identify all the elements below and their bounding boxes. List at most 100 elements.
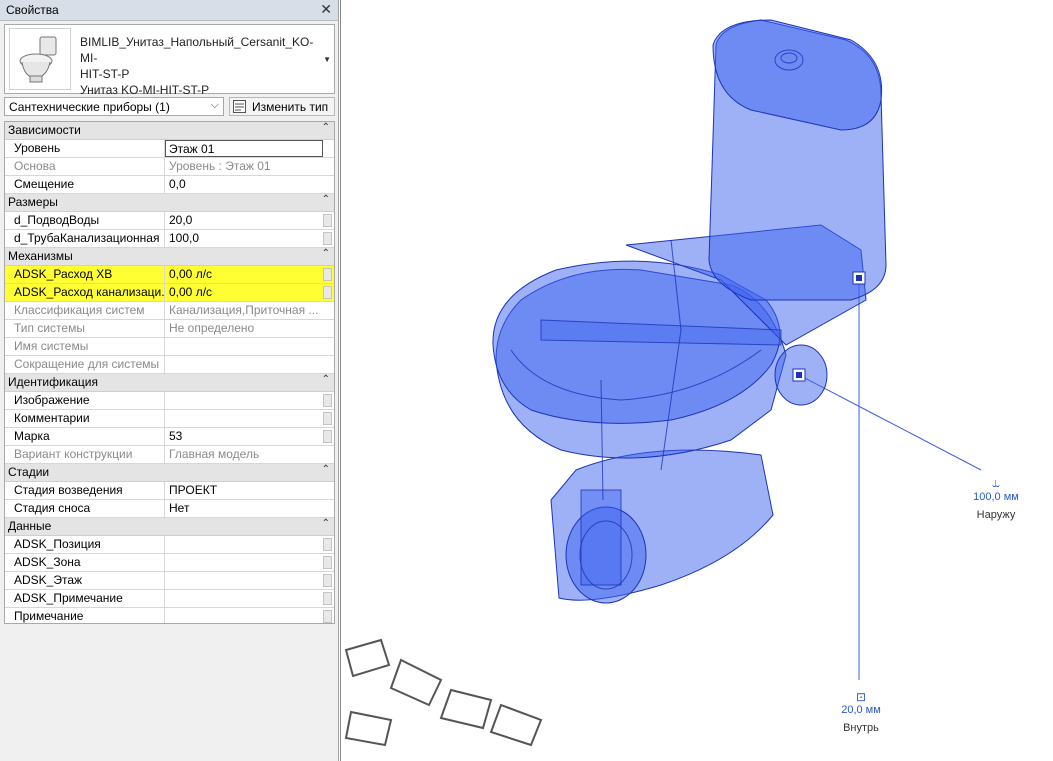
property-row[interactable]: Стадия сноса Нет	[5, 500, 334, 518]
property-value[interactable]	[166, 572, 320, 589]
collapse-icon[interactable]: ⌃	[322, 122, 330, 133]
group-header[interactable]: Размеры ⌃	[5, 194, 334, 212]
associate-parameter-button[interactable]	[323, 556, 332, 569]
property-row[interactable]: Изображение	[5, 392, 334, 410]
associate-parameter-button[interactable]	[323, 430, 332, 443]
sewer-connector-size: 100,0 мм	[973, 491, 1019, 503]
property-value[interactable]: 0,00 л/с	[166, 284, 320, 301]
property-name: Классификация систем	[5, 302, 165, 319]
property-row: Тип системы Не определено	[5, 320, 334, 338]
group-header[interactable]: Данные ⌃	[5, 518, 334, 536]
property-name: Стадия возведения	[5, 482, 165, 499]
properties-grid: Зависимости ⌃ Уровень Этаж 01 Основа Уровень …	[4, 121, 335, 624]
close-icon[interactable]: ✕	[320, 1, 332, 18]
collapse-icon[interactable]: ⌃	[322, 518, 330, 529]
property-name: ADSK_Этаж	[5, 572, 165, 589]
group-title: Механизмы	[8, 249, 73, 263]
property-name: ADSK_Расход ХВ	[5, 266, 165, 283]
water-connector-label[interactable]: ⊡ 20,0 мм Внутрь	[816, 690, 906, 734]
edit-type-icon	[233, 100, 246, 113]
associate-parameter-button[interactable]	[323, 592, 332, 605]
category-filter-value: Сантехнические приборы (1)	[9, 100, 170, 114]
associate-parameter-button[interactable]	[323, 574, 332, 587]
property-row[interactable]: ADSK_Позиция	[5, 536, 334, 554]
floor-text-graphics	[344, 638, 543, 747]
property-value: Не определено	[169, 321, 255, 335]
collapse-icon[interactable]: ⌃	[322, 194, 330, 205]
property-value: Канализация,Приточная ...	[169, 303, 319, 317]
associate-parameter-button[interactable]	[323, 610, 332, 623]
water-connector-direction: Внутрь	[843, 722, 879, 734]
property-value[interactable]: ПРОЕКТ	[166, 482, 320, 499]
collapse-icon[interactable]: ⌃	[322, 248, 330, 259]
3d-viewport[interactable]: ⥿ 100,0 мм Наружу ⊡ 20,0 мм Внутрь	[340, 0, 1053, 761]
associate-parameter-button[interactable]	[323, 394, 332, 407]
associate-parameter-button[interactable]	[323, 412, 332, 425]
property-name: ADSK_Зона	[5, 554, 165, 571]
property-value	[166, 356, 320, 373]
group-title: Данные	[8, 519, 52, 533]
property-name: Изображение	[5, 392, 165, 409]
group-header[interactable]: Идентификация ⌃	[5, 374, 334, 392]
property-name: Уровень	[5, 140, 165, 157]
property-row[interactable]: ADSK_Зона	[5, 554, 334, 572]
property-row[interactable]: ADSK_Расход канализаци... 0,00 л/с	[5, 284, 334, 302]
group-header[interactable]: Зависимости ⌃	[5, 122, 334, 140]
associate-parameter-button[interactable]	[323, 538, 332, 551]
property-row[interactable]: Комментарии	[5, 410, 334, 428]
property-value[interactable]	[166, 536, 320, 553]
property-row[interactable]: Смещение 0,0	[5, 176, 334, 194]
property-row[interactable]: ADSK_Расход ХВ 0,00 л/с	[5, 266, 334, 284]
family-name-line2: HIT-ST-P	[80, 67, 130, 81]
associate-parameter-button[interactable]	[323, 286, 332, 299]
palette-title: Свойства	[6, 3, 59, 17]
type-name: Унитаз KO-MI-HIT-ST-P	[80, 83, 210, 97]
palette-titlebar[interactable]: Свойства ✕	[0, 0, 338, 21]
toilet-3d-model[interactable]	[341, 0, 1053, 761]
property-value[interactable]	[166, 554, 320, 571]
property-value: Главная модель	[169, 447, 260, 461]
category-filter-select[interactable]: Сантехнические приборы (1) ⌵	[4, 97, 224, 116]
property-row[interactable]: ADSK_Примечание	[5, 590, 334, 608]
family-name-line1: BIMLIB_Унитаз_Напольный_Cersanit_KO-MI-	[80, 35, 314, 65]
property-value[interactable]: Этаж 01	[165, 140, 323, 157]
toilet-body	[492, 19, 887, 604]
collapse-icon[interactable]: ⌃	[322, 374, 330, 385]
water-connector-icon: ⊡	[855, 690, 867, 704]
property-value[interactable]	[166, 410, 320, 427]
property-value[interactable]: Нет	[166, 500, 320, 517]
property-value[interactable]: 0,0	[166, 176, 320, 193]
edit-type-button[interactable]: Изменить тип	[229, 97, 335, 116]
property-row[interactable]: d_ТрубаКанализационная 100,0	[5, 230, 334, 248]
property-row[interactable]: Стадия возведения ПРОЕКТ	[5, 482, 334, 500]
type-selector[interactable]: BIMLIB_Унитаз_Напольный_Cersanit_KO-MI- …	[4, 24, 335, 97]
property-name: Смещение	[5, 176, 165, 193]
property-value[interactable]	[166, 608, 320, 623]
associate-parameter-button[interactable]	[323, 232, 332, 245]
property-value[interactable]: 100,0	[166, 230, 320, 247]
property-value[interactable]: 0,00 л/с	[166, 266, 320, 283]
property-row[interactable]: Уровень Этаж 01	[5, 140, 334, 158]
property-name: Имя системы	[5, 338, 165, 355]
property-name: d_ТрубаКанализационная	[5, 230, 165, 247]
group-header[interactable]: Стадии ⌃	[5, 464, 334, 482]
property-value[interactable]: 20,0	[166, 212, 320, 229]
property-value[interactable]: 53	[166, 428, 320, 445]
group-header[interactable]: Механизмы ⌃	[5, 248, 334, 266]
property-value[interactable]	[166, 392, 320, 409]
property-name: Примечание	[5, 608, 165, 623]
property-row[interactable]: d_ПодводВоды 20,0	[5, 212, 334, 230]
property-row[interactable]: Марка 53	[5, 428, 334, 446]
property-row[interactable]: ADSK_Этаж	[5, 572, 334, 590]
property-row[interactable]: Примечание	[5, 608, 334, 623]
type-dropdown-icon[interactable]: ▼	[323, 55, 331, 64]
toilet-thumbnail-icon	[9, 28, 71, 90]
property-name: Стадия сноса	[5, 500, 165, 517]
sewer-connector-label[interactable]: ⥿ 100,0 мм Наружу	[951, 474, 1041, 521]
property-value	[166, 338, 320, 355]
collapse-icon[interactable]: ⌃	[322, 464, 330, 475]
property-value[interactable]	[166, 590, 320, 607]
edit-type-label: Изменить тип	[252, 100, 329, 114]
associate-parameter-button[interactable]	[323, 214, 332, 227]
associate-parameter-button[interactable]	[323, 268, 332, 281]
